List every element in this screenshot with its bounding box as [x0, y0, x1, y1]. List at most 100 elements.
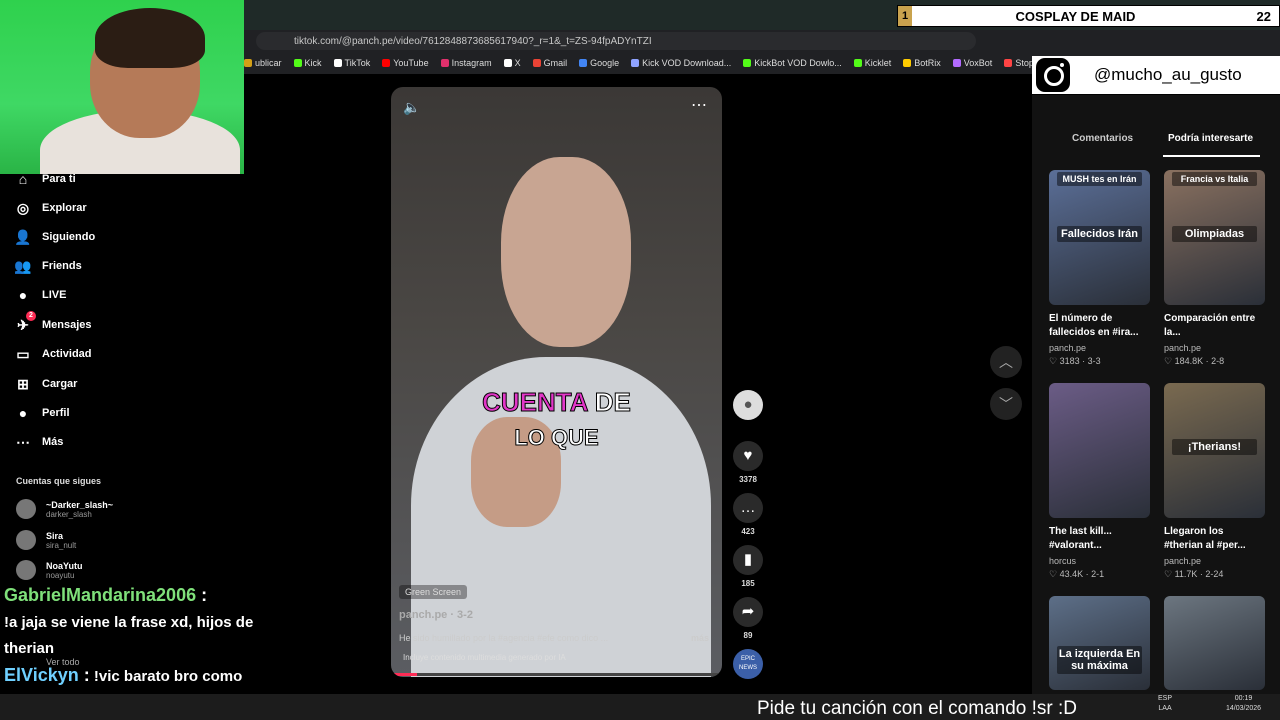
sidebar-item-label: Más [42, 436, 64, 448]
comment-button[interactable]: … 423 [733, 493, 763, 536]
bookmark-icon [903, 59, 912, 67]
sidebar-item-explorar[interactable]: ◎ Explorar [14, 199, 87, 217]
description-more-link[interactable]: más [691, 633, 709, 643]
bookmark-item[interactable]: YouTube [382, 58, 429, 68]
previous-video-button[interactable]: ︿ [990, 346, 1022, 378]
card-stats: ♡ 11.7K · 2-24 [1164, 569, 1224, 579]
thumbnail-label: Olimpiadas [1172, 226, 1257, 242]
card-author: panch.pe [1164, 556, 1202, 566]
sidebar-item-para-ti[interactable]: ⌂ Para ti [14, 170, 76, 188]
following-icon: 👤 [14, 229, 32, 245]
green-screen-badge[interactable]: Green Screen [399, 585, 468, 599]
bookmark-item[interactable]: X [503, 58, 521, 68]
bookmark-icon [293, 59, 302, 67]
sidebar-item-perfil[interactable]: ● Perfil [14, 404, 70, 422]
save-count: 185 [741, 579, 755, 588]
like-button[interactable]: ♥ 3378 [733, 441, 763, 484]
tray-lang-1: ESP [1158, 695, 1173, 702]
sidebar-item-mensajes[interactable]: ✈ 2 Mensajes [14, 311, 92, 334]
sidebar-item-cargar[interactable]: ⊞ Cargar [14, 375, 77, 393]
suggested-video-card[interactable]: The last kill... #valorant... horcus ♡ 43.… [1049, 383, 1150, 580]
following-title: Cuentas que sigues [16, 476, 102, 486]
save-button[interactable]: ▮ 185 [733, 545, 763, 588]
bookmark-icon [853, 59, 862, 67]
video-progress-bar[interactable] [391, 673, 722, 676]
bookmark-icon [244, 59, 252, 67]
comment-icon: … [733, 493, 763, 523]
volume-icon[interactable]: 🔈 [403, 99, 420, 116]
bookmark-icon [532, 59, 541, 67]
bookmark-item[interactable]: KickBot VOD Dowlo... [743, 58, 842, 68]
account-name: ~Darker_slash~ [46, 499, 114, 510]
following-account[interactable]: Sira sira_nult [16, 530, 76, 550]
bookmark-label: YouTube [393, 58, 429, 68]
bookmark-item[interactable]: Kick VOD Download... [631, 58, 731, 68]
more-icon: ⋯ [16, 434, 30, 450]
bookmark-label: Gmail [543, 58, 568, 68]
sidebar-item-friends[interactable]: 👥 Friends [14, 257, 81, 275]
bookmark-item[interactable]: Instagram [440, 58, 492, 68]
sidebar-item-actividad[interactable]: ▭ Actividad [14, 345, 91, 363]
bookmark-item[interactable]: Google [579, 58, 619, 68]
suggested-video-card[interactable]: Francia vs Italia Olimpiadas Comparación e… [1164, 170, 1265, 367]
tray-language[interactable]: ESP LAA [1158, 694, 1172, 714]
bookmark-item[interactable]: BotRix [903, 58, 941, 68]
sound-button[interactable]: EPIC NEWS [733, 649, 763, 679]
creator-avatar-button[interactable]: ● [733, 390, 763, 420]
suggested-video-card[interactable]: MUSH tes en Irán Fallecidos Irán El número… [1049, 170, 1150, 367]
sidebar-item-más[interactable]: ⋯ Más [14, 433, 63, 451]
card-title: Comparación entre la... [1164, 313, 1256, 338]
suggested-video-card[interactable] [1164, 596, 1265, 690]
song-request-banner: Pide tu canción con el comando !sr :D [757, 698, 1078, 719]
suggested-video-card[interactable]: ¡Therians! Llegaron los #therian al #per.… [1164, 383, 1265, 580]
bookmark-item[interactable]: Gmail [532, 58, 568, 68]
bookmark-item[interactable]: Kick [293, 58, 322, 68]
sidebar-item-siguiendo[interactable]: 👤 Siguiendo [14, 228, 95, 246]
like-count: 3378 [739, 475, 757, 484]
sidebar-item-live[interactable]: ● LIVE [14, 286, 67, 304]
card-stats: ♡ 184.8K · 2-8 [1164, 356, 1225, 366]
bookmark-item[interactable]: ublicar [244, 58, 282, 68]
thumbnail-top-text: MUSH tes en Irán [1057, 172, 1142, 186]
chat-message: GabrielMandarina2006 : !a jaja se viene … [4, 582, 254, 662]
heart-icon: ♥ [733, 441, 763, 471]
card-title: El número de fallecidos en #ira... [1049, 313, 1139, 338]
comment-count: 423 [741, 527, 755, 536]
video-author[interactable]: panch.pe · 3-2 [399, 609, 473, 621]
bookmark-item[interactable]: Kicklet [853, 58, 892, 68]
following-account[interactable]: NoaYutu noayutu [16, 560, 83, 580]
ai-notice: Incluye contenido multimedia generado po… [403, 653, 566, 662]
following-account[interactable]: ~Darker_slash~ darker_slash [16, 499, 113, 519]
caption-word-2: DE [594, 387, 631, 418]
address-bar: tiktok.com/@panch.pe/video/7612848873685… [244, 30, 1280, 52]
suggested-video-card[interactable]: La izquierda En su máxima [1049, 596, 1150, 690]
caption-word-1: CUENTA [482, 387, 588, 418]
bookmark-icon [333, 59, 342, 67]
sidebar-item-label: Perfil [42, 407, 70, 419]
bookmark-label: X [514, 58, 521, 68]
tray-clock[interactable]: 00:19 14/03/2026 [1226, 694, 1261, 714]
bookmark-label: Kicklet [864, 58, 892, 68]
bookmark-icon [382, 59, 391, 67]
bookmark-item[interactable]: TikTok [333, 58, 370, 68]
bookmark-item[interactable]: Stop [1004, 58, 1034, 68]
video-thumbnail: La izquierda En su máxima [1049, 596, 1150, 690]
bookmark-item[interactable]: VoxBot [952, 58, 992, 68]
chat-username: GabrielMandarina2006 [4, 585, 197, 605]
sidebar-item-label: Para ti [42, 173, 76, 185]
url-field[interactable]: tiktok.com/@panch.pe/video/7612848873685… [256, 32, 976, 50]
share-button[interactable]: ➦ 89 [733, 597, 763, 640]
tab-suggested[interactable]: Podría interesarte [1168, 133, 1253, 144]
tab-comments[interactable]: Comentarios [1072, 133, 1133, 144]
more-options-icon[interactable]: ⋯ [691, 95, 707, 115]
activity-icon: ▭ [16, 346, 30, 362]
stream-title-banner: 1 COSPLAY DE MAID 22 [897, 5, 1280, 27]
video-player[interactable]: 🔈 ⋯ CUENTA DE LO QUE Green Screen panch.… [391, 87, 722, 677]
card-stats: ♡ 43.4K · 2-1 [1049, 569, 1105, 579]
next-video-button[interactable]: ﹀ [990, 388, 1022, 420]
bookmark-label: BotRix [914, 58, 941, 68]
account-name: Sira [46, 530, 64, 541]
video-caption-line2: LO QUE [514, 425, 599, 451]
video-description: He sido humillado por la #agencia #efe c… [399, 633, 609, 643]
account-handle: noayutu [46, 570, 75, 580]
